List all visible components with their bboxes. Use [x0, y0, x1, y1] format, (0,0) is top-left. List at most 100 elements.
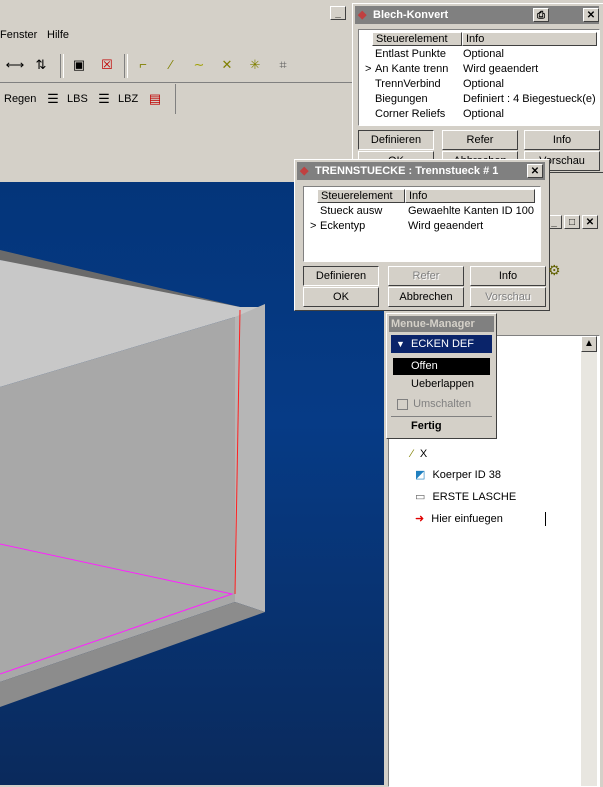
trenn-table: Steuerelement Info Stueck ausw Gewaehlte…: [303, 186, 541, 262]
regen-label[interactable]: Regen: [4, 93, 36, 105]
refer-button[interactable]: Refer: [388, 266, 464, 286]
table-row[interactable]: > Eckentyp Wird geaendert: [304, 219, 538, 234]
ok-button[interactable]: OK: [303, 287, 379, 307]
measure-icon[interactable]: ⟷: [4, 54, 26, 76]
tree-maximize-button[interactable]: □: [564, 215, 580, 229]
close-icon[interactable]: ✕: [583, 8, 599, 22]
info-button[interactable]: Info: [524, 130, 600, 150]
column-header-control[interactable]: Steuerelement: [372, 32, 462, 46]
row-info: Wird geaendert: [463, 63, 539, 75]
axis-icon[interactable]: ⌗: [272, 54, 294, 76]
assembly-icon[interactable]: ⚙: [548, 262, 561, 279]
row-info: Wird geaendert: [408, 220, 484, 232]
row-name: Stueck ausw: [320, 205, 383, 217]
tree-item-koerper[interactable]: ◩ Koerper ID 38: [415, 467, 501, 483]
tree-close-button[interactable]: ✕: [582, 215, 598, 229]
list-lbs-icon[interactable]: ☰: [42, 88, 64, 110]
dialog-title: TRENNSTUECKE : Trennstueck # 1: [315, 165, 499, 177]
menu-manager-title: Menue-Manager: [389, 316, 494, 332]
trennstuecke-dialog: ◆ TRENNSTUECKE : Trennstueck # 1 ✕ Steue…: [294, 159, 550, 311]
layers-icon[interactable]: ▤: [144, 88, 166, 110]
menubar: Fenster Hilfe: [0, 26, 360, 44]
tree-item-label: ERSTE LASCHE: [432, 491, 517, 503]
table-row[interactable]: > An Kante trenn Wird geaendert: [359, 62, 597, 77]
toolbar-row-2: Regen ☰ LBS ☰ LBZ ▤: [0, 84, 176, 114]
list-lbz-icon[interactable]: ☰: [93, 88, 115, 110]
app-icon: ◆: [358, 9, 367, 21]
menu-fenster[interactable]: Fenster: [0, 29, 37, 41]
column-header-control[interactable]: Steuerelement: [317, 189, 405, 203]
toolbar-separator: [124, 54, 128, 78]
sketch-icon[interactable]: ⌐: [132, 54, 154, 76]
menu-header-label: ECKEN DEF: [410, 338, 474, 350]
table-row[interactable]: Entlast Punkte Optional: [359, 47, 597, 62]
app-icon: ◆: [300, 165, 309, 177]
lbs-label[interactable]: LBS: [67, 93, 88, 105]
column-header-info[interactable]: Info: [405, 189, 535, 203]
table-row[interactable]: Stueck ausw Gewaehlte Kanten ID 100: [304, 204, 538, 219]
define-button[interactable]: Definieren: [303, 266, 379, 286]
refer-button[interactable]: Refer: [442, 130, 518, 150]
row-marker: >: [365, 63, 372, 75]
tree-item-insert-here[interactable]: ➜ Hier einfuegen: [415, 511, 503, 527]
blech-table: Steuerelement Info Entlast Punkte Option…: [358, 29, 600, 126]
blech-titlebar: ◆ Blech-Konvert ⎙ ✕: [355, 6, 599, 24]
window-check-icon[interactable]: ▣: [68, 54, 90, 76]
row-name: Eckentyp: [320, 220, 366, 232]
row-name: TrennVerbind: [375, 78, 441, 90]
menu-item-fertig[interactable]: Fertig: [391, 416, 492, 434]
sort-values-icon[interactable]: ⇅: [30, 54, 52, 76]
scroll-up-arrow-icon[interactable]: ▲: [581, 336, 597, 352]
tree-scrollbar[interactable]: ▲: [581, 336, 597, 786]
row-name: Biegungen: [375, 93, 428, 105]
point-icon[interactable]: ✕: [216, 54, 238, 76]
tree-item-erste-lasche[interactable]: ▭ ERSTE LASCHE: [415, 489, 516, 505]
print-icon[interactable]: ⎙: [533, 8, 549, 22]
menu-item-ueberlappen[interactable]: Ueberlappen: [393, 376, 490, 393]
tree-item-label: X: [419, 448, 428, 460]
menu-item-umschalten: Umschalten: [393, 396, 490, 413]
tree-item-label: Hier einfuegen: [431, 513, 503, 525]
row-name: An Kante trenn: [375, 63, 449, 75]
toolbar-separator: [60, 54, 64, 78]
row-name: Entlast Punkte: [375, 48, 446, 60]
blech-konvert-dialog: ◆ Blech-Konvert ⎙ ✕ Steuerelement Info E…: [352, 3, 603, 173]
row-info: Optional: [463, 48, 504, 60]
trenn-titlebar: ◆ TRENNSTUECKE : Trennstueck # 1 ✕: [297, 162, 545, 180]
column-header-info[interactable]: Info: [462, 32, 597, 46]
info-button[interactable]: Info: [470, 266, 546, 286]
row-info: Gewaehlte Kanten ID 100: [408, 205, 534, 217]
close-icon[interactable]: ✕: [527, 164, 543, 178]
lbz-label[interactable]: LBZ: [118, 93, 138, 105]
menu-hilfe[interactable]: Hilfe: [47, 29, 69, 41]
row-info: Definiert : 4 Biegestueck(e): [463, 93, 596, 105]
menu-header-ecken-def[interactable]: ▼ ECKEN DEF: [391, 335, 492, 353]
row-name: Corner Reliefs: [375, 108, 446, 120]
table-row[interactable]: Biegungen Definiert : 4 Biegestueck(e): [359, 92, 597, 107]
spline-icon[interactable]: ∼: [188, 54, 210, 76]
cancel-button[interactable]: Abbrechen: [388, 287, 464, 307]
row-marker: >: [310, 220, 317, 232]
dialog-title: Blech-Konvert: [373, 9, 449, 21]
insert-arrow-icon: ➜: [415, 513, 425, 525]
window-close-icon[interactable]: ☒: [96, 54, 118, 76]
feature-icon: ⁄: [411, 448, 413, 460]
row-info: Optional: [463, 108, 504, 120]
coord-system-icon[interactable]: ✳: [244, 54, 266, 76]
table-row[interactable]: Corner Reliefs Optional: [359, 107, 597, 122]
dimension-icon[interactable]: ⁄: [160, 54, 182, 76]
menu-item-offen[interactable]: Offen: [393, 358, 490, 375]
row-info: Optional: [463, 78, 504, 90]
checkbox-icon: [397, 398, 408, 410]
tree-item-x[interactable]: ⁄ X: [411, 446, 427, 462]
define-button[interactable]: Definieren: [358, 130, 434, 150]
table-row[interactable]: TrennVerbind Optional: [359, 77, 597, 92]
preview-button[interactable]: Vorschau: [470, 287, 546, 307]
toolbar-row-1: ⟷ ⇅ ▣ ☒ ⌐ ⁄ ∼ ✕ ✳ ⌗: [0, 48, 360, 83]
main-minimize-button[interactable]: _: [330, 6, 346, 20]
menu-item-label: Umschalten: [413, 398, 472, 410]
solid-body-icon: ◩: [415, 469, 426, 481]
tree-item-label: Koerper ID 38: [432, 469, 501, 481]
text-cursor: [545, 512, 546, 526]
sheetmetal-wall-icon: ▭: [415, 491, 426, 503]
